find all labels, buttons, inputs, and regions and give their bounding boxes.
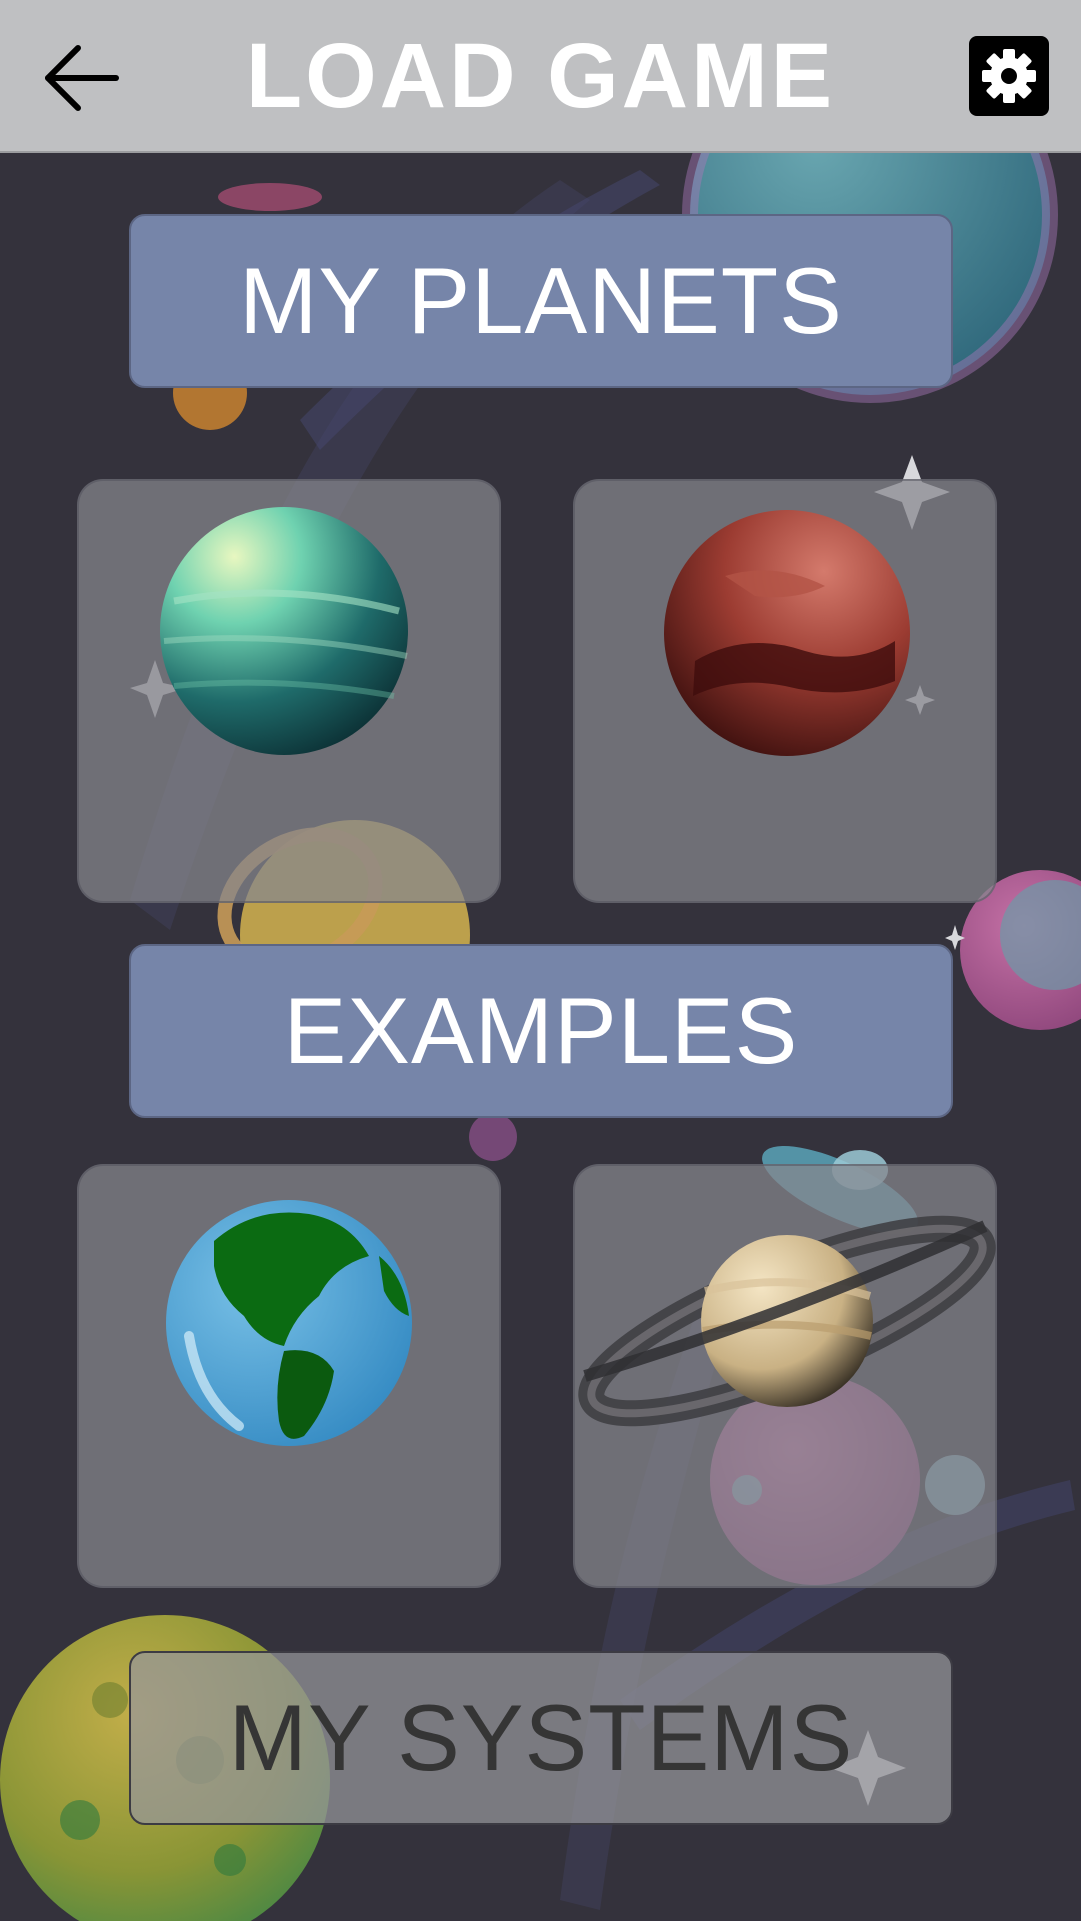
gear-icon bbox=[982, 49, 1036, 103]
load-game-screen: LOAD GAME MY PLANETS EXAMPLES MY SYSTEMS bbox=[0, 0, 1081, 1921]
settings-button[interactable] bbox=[969, 36, 1049, 116]
red-rocky-planet-icon bbox=[664, 510, 910, 756]
teal-gas-planet-icon bbox=[160, 507, 408, 755]
page-title: LOAD GAME bbox=[245, 25, 836, 127]
my-planet-card-2[interactable] bbox=[573, 479, 997, 903]
my-planets-button[interactable]: MY PLANETS bbox=[129, 214, 953, 388]
my-systems-label: MY SYSTEMS bbox=[228, 1685, 854, 1790]
earth-icon bbox=[166, 1200, 412, 1446]
my-planet-card-1[interactable] bbox=[77, 479, 501, 903]
my-planets-label: MY PLANETS bbox=[239, 248, 843, 353]
my-systems-button[interactable]: MY SYSTEMS bbox=[129, 1651, 953, 1825]
top-bar: LOAD GAME bbox=[0, 0, 1081, 153]
saturn-icon bbox=[578, 1215, 996, 1427]
example-card-saturn[interactable] bbox=[573, 1164, 997, 1588]
examples-button[interactable]: EXAMPLES bbox=[129, 944, 953, 1118]
example-card-earth[interactable] bbox=[77, 1164, 501, 1588]
examples-label: EXAMPLES bbox=[283, 978, 799, 1083]
